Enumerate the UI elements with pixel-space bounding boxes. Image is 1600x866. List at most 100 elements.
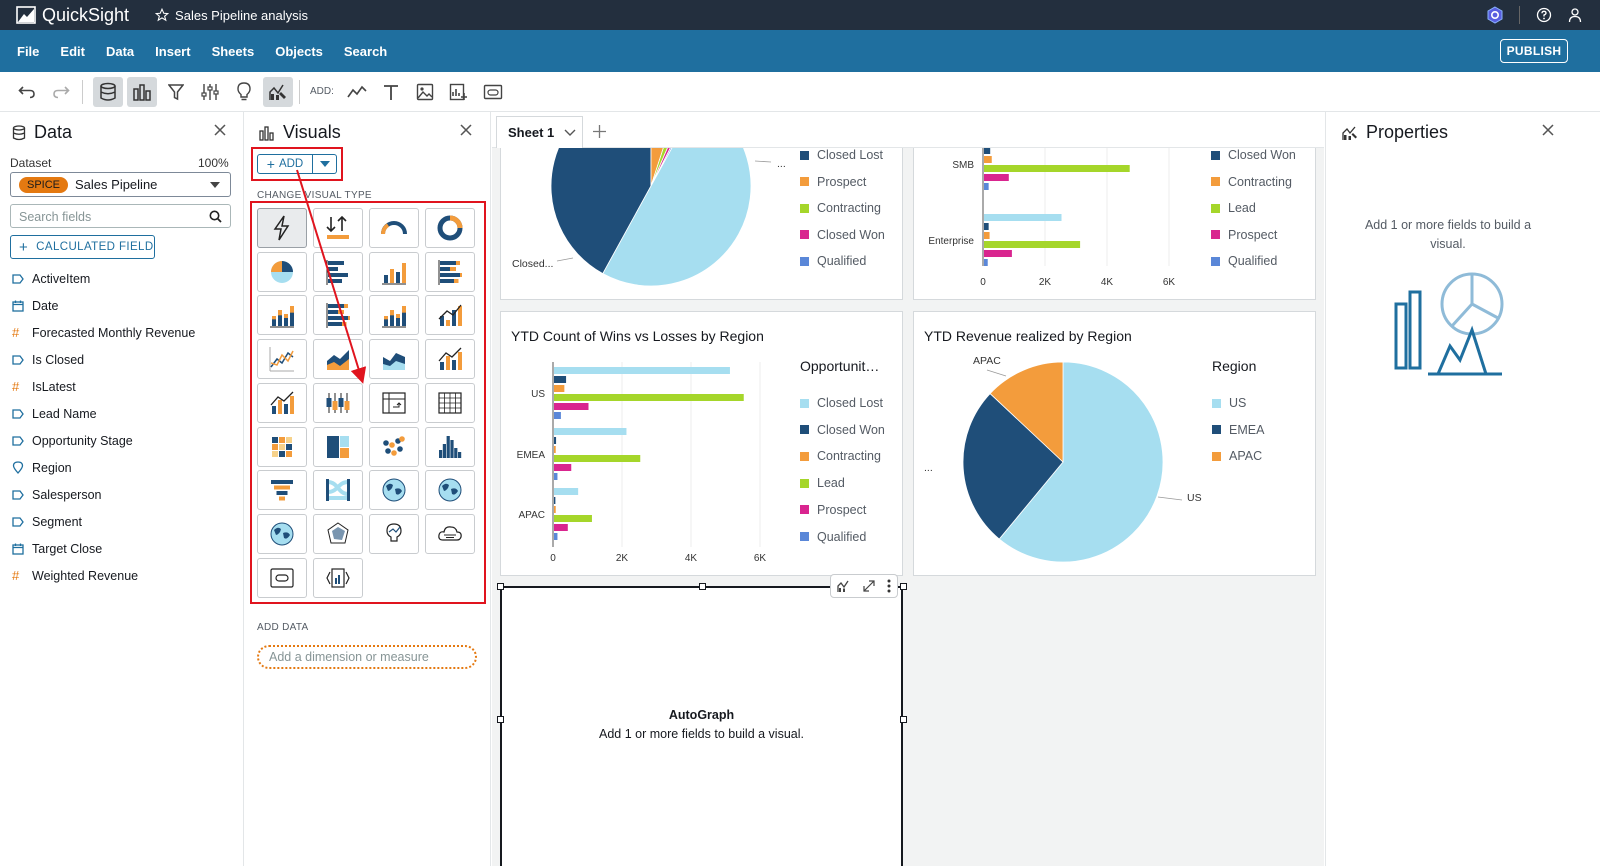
bar[interactable]: [984, 156, 992, 163]
bar[interactable]: [554, 464, 572, 471]
bar[interactable]: [554, 446, 556, 453]
bar[interactable]: [984, 174, 1009, 181]
bar[interactable]: [554, 412, 561, 419]
legend-item[interactable]: APAC: [1212, 449, 1262, 463]
star-icon[interactable]: [155, 8, 170, 22]
visual-autograph[interactable]: AutoGraph Add 1 or more fields to build …: [497, 583, 907, 866]
legend-item[interactable]: Lead: [800, 476, 845, 490]
more-options-icon[interactable]: [887, 579, 891, 593]
resize-handle[interactable]: [497, 583, 504, 590]
chevron-down-icon[interactable]: [564, 129, 576, 137]
visual-type-vertical-bar[interactable]: [369, 251, 419, 292]
visual-type-funnel[interactable]: [257, 470, 307, 511]
bar[interactable]: [554, 428, 627, 435]
visuals-pane-toggle[interactable]: [127, 76, 157, 107]
field-item[interactable]: # IsLatest: [12, 373, 195, 400]
bar[interactable]: [984, 241, 1081, 248]
visual-type-histogram[interactable]: [425, 426, 475, 467]
field-item[interactable]: # Weighted Revenue: [12, 562, 195, 589]
visual-type-horizontal-bar[interactable]: [313, 251, 363, 292]
legend-item[interactable]: Prospect: [800, 175, 866, 189]
legend-item[interactable]: Closed Won: [800, 423, 885, 437]
visual-type-filled-map[interactable]: [425, 470, 475, 511]
insights-button[interactable]: [229, 77, 259, 107]
bar[interactable]: [554, 506, 556, 513]
data-pane-toggle[interactable]: [93, 76, 123, 107]
visual-type-layer-map[interactable]: [257, 513, 307, 554]
legend-item[interactable]: Qualified: [800, 254, 866, 268]
visual-type-gauge[interactable]: [369, 208, 419, 248]
visual-type-word-cloud[interactable]: [425, 513, 475, 554]
resize-handle[interactable]: [900, 716, 907, 723]
visual-type-radar[interactable]: [313, 513, 363, 554]
legend-item[interactable]: Closed Won: [800, 228, 885, 242]
close-data-panel-button[interactable]: [214, 124, 226, 136]
expand-icon[interactable]: [863, 580, 875, 592]
add-text-button[interactable]: [376, 77, 406, 107]
bar[interactable]: [554, 394, 744, 401]
q-assistant-icon[interactable]: [1487, 6, 1503, 24]
bar[interactable]: [984, 165, 1130, 172]
field-item[interactable]: Region: [12, 454, 195, 481]
bar[interactable]: [984, 183, 989, 190]
analysis-title[interactable]: Sales Pipeline analysis: [155, 8, 308, 23]
add-visual-button[interactable]: + ADD: [257, 154, 313, 174]
field-item[interactable]: Segment: [12, 508, 195, 535]
visual-type-line[interactable]: [257, 339, 307, 380]
dataset-select[interactable]: SPICE Sales Pipeline: [10, 172, 231, 197]
field-item[interactable]: ActiveItem: [12, 265, 195, 292]
add-dimension-dropzone[interactable]: Add a dimension or measure: [257, 645, 477, 669]
bar[interactable]: [554, 403, 589, 410]
bar[interactable]: [554, 488, 579, 495]
legend-item[interactable]: Qualified: [1211, 254, 1277, 268]
format-visual-button[interactable]: [263, 76, 293, 107]
bar[interactable]: [554, 376, 567, 383]
bar[interactable]: [554, 385, 565, 392]
legend-item[interactable]: Qualified: [800, 530, 866, 544]
add-embed-button[interactable]: [478, 77, 508, 107]
visual-type-vertical-stacked-bar[interactable]: [257, 295, 307, 336]
bar[interactable]: [984, 223, 989, 230]
legend-item[interactable]: Contracting: [800, 201, 881, 215]
bar[interactable]: [984, 214, 1062, 221]
bar[interactable]: [984, 250, 1012, 257]
legend-item[interactable]: Contracting: [800, 449, 881, 463]
legend-item[interactable]: Contracting: [1211, 175, 1292, 189]
visual-wins-losses[interactable]: YTD Count of Wins vs Losses by Region 02…: [500, 311, 903, 576]
visual-type-stacked-area[interactable]: [369, 339, 419, 380]
visual-type-pie[interactable]: [257, 251, 307, 292]
legend-item[interactable]: Prospect: [800, 503, 866, 517]
menu-sheets[interactable]: Sheets: [212, 44, 255, 59]
bar[interactable]: [554, 473, 558, 480]
bar[interactable]: [984, 232, 990, 239]
menu-search[interactable]: Search: [344, 44, 387, 59]
format-visual-icon[interactable]: [837, 579, 851, 593]
undo-button[interactable]: [12, 77, 42, 107]
legend-item[interactable]: US: [1212, 396, 1246, 410]
visual-type-custom-content[interactable]: [257, 557, 307, 598]
visual-type-combo-bar-line[interactable]: [425, 295, 475, 336]
visual-type-line-bar-combo[interactable]: [257, 382, 307, 423]
resize-handle[interactable]: [900, 583, 907, 590]
quicksight-logo[interactable]: QuickSight: [16, 5, 129, 26]
visual-bar-segment[interactable]: 0 2K 4K 6K SMB Enterprise Closed Won Contracti…: [913, 148, 1316, 300]
bar[interactable]: [554, 455, 641, 462]
visual-type-bar-line-combo[interactable]: [425, 339, 475, 380]
visual-type-donut[interactable]: [425, 208, 475, 248]
close-visuals-panel-button[interactable]: [460, 124, 472, 136]
menu-edit[interactable]: Edit: [60, 44, 85, 59]
legend-item[interactable]: Closed Lost: [800, 396, 883, 410]
resize-handle[interactable]: [497, 716, 504, 723]
visual-type-horizontal-stacked-100-bar[interactable]: [313, 295, 363, 336]
add-sheet-icon[interactable]: [593, 125, 606, 138]
field-item[interactable]: Target Close: [12, 535, 195, 562]
bar[interactable]: [554, 515, 592, 522]
sheet-tab[interactable]: Sheet 1: [496, 116, 583, 148]
menu-insert[interactable]: Insert: [155, 44, 190, 59]
visual-type-insight[interactable]: [369, 513, 419, 554]
field-item[interactable]: # Forecasted Monthly Revenue: [12, 319, 195, 346]
redo-button[interactable]: [46, 77, 76, 107]
visual-type-pivot-table[interactable]: [369, 382, 419, 423]
field-item[interactable]: Opportunity Stage: [12, 427, 195, 454]
visual-type-box-plot[interactable]: [313, 382, 363, 423]
